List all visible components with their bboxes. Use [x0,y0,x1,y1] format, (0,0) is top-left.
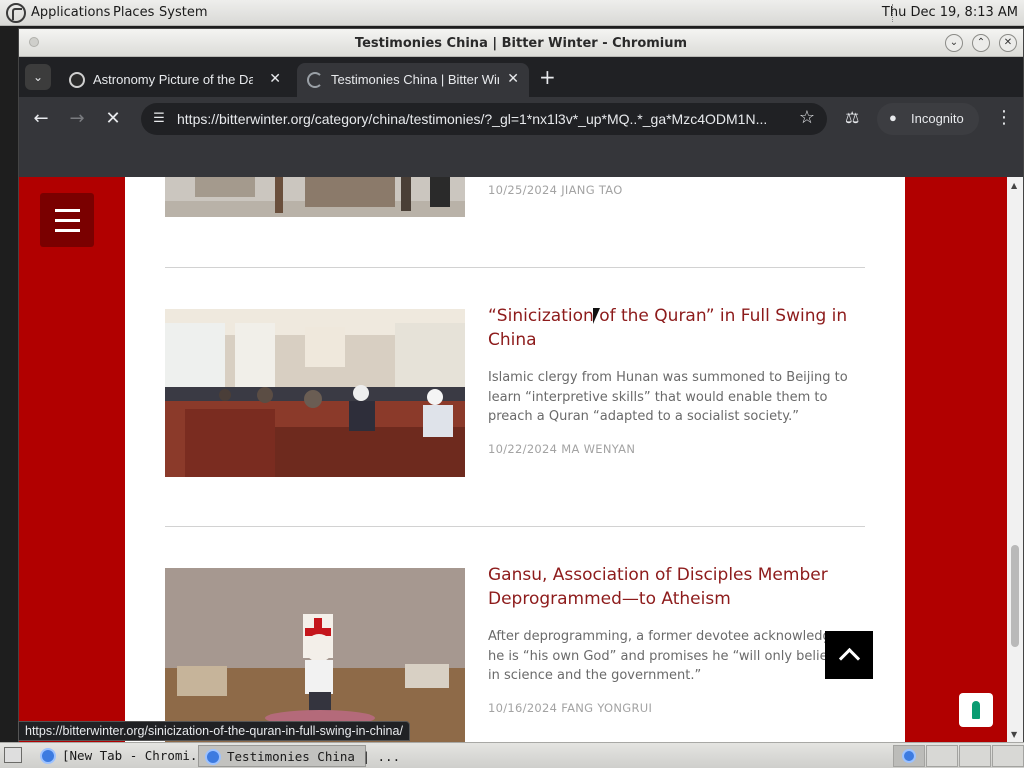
article-title-link[interactable]: Gansu, Association of Disciples Member D… [488,563,848,611]
new-tab-plus-icon[interactable]: + [539,67,556,87]
loading-spinner-icon [307,72,323,88]
article-meta: 10/22/2024 MA WENYAN [488,442,636,456]
window-title: Testimonies China | Bitter Winter - Chro… [354,36,688,51]
incognito-indicator[interactable]: ● Incognito [877,103,979,135]
bookmark-bar [19,141,1023,177]
scrollbar-thumb[interactable] [1011,545,1019,647]
labs-flask-icon[interactable]: ⚖ [845,108,859,127]
tab-testimonies[interactable]: Testimonies China | Bitter Winter ✕ [297,63,529,97]
bookmark-star-icon[interactable]: ☆ [799,107,815,128]
article-title-link[interactable]: “Sinicization of the Quran” in Full Swin… [488,304,848,352]
article-meta: 10/25/2024 JIANG TAO [488,183,623,197]
show-desktop-icon[interactable] [4,747,22,763]
chromium-icon [40,748,56,764]
taskbar-item-testimonies[interactable]: Testimonies China | ... [198,745,400,767]
places-menu[interactable]: Places [113,5,154,20]
page-viewport: 10/25/2024 JIANG TAO “Sinicization of th… [19,177,1007,743]
article-thumbnail[interactable] [165,309,465,477]
article-thumbnail[interactable] [165,568,465,743]
maximize-icon[interactable]: ⌃ [972,34,990,52]
applications-menu[interactable]: Applications [31,5,110,20]
article-excerpt: Islamic clergy from Hunan was summoned t… [488,370,848,424]
clock[interactable]: Thu Dec 19, 8:13 AM [882,5,1018,20]
back-arrow-icon[interactable]: ← [29,107,53,131]
apod-favicon-icon [69,72,85,88]
address-bar[interactable]: ☰ https://bitterwinter.org/category/chin… [141,103,827,135]
minimize-icon[interactable]: ⌄ [945,34,963,52]
taskbar: [New Tab - Chromi... Testimonies China |… [0,742,1024,768]
tab-label: Testimonies China | Bitter Winter [331,72,499,87]
system-menu[interactable]: System [159,5,207,20]
taskbar-item-new-tab[interactable]: [New Tab - Chromi... [34,745,213,767]
divider [165,267,865,268]
incognito-icon: ● [889,110,897,125]
article-excerpt: After deprogramming, a former devotee ac… [488,629,846,683]
workspace-3[interactable] [959,745,991,767]
tab-search-chevron-icon[interactable]: ⌄ [25,64,51,90]
more-menu-icon[interactable]: ⋮ [995,107,1013,128]
back-to-top-button[interactable] [825,631,873,679]
top-panel: Applications Places System Thu Dec 19, 8… [0,0,1024,26]
url-text[interactable]: https://bitterwinter.org/category/china/… [177,111,789,127]
gnome-foot-icon[interactable] [6,3,26,23]
tab-label: Astronomy Picture of the Day [93,72,253,87]
hamburger-menu-icon[interactable] [40,193,94,247]
workspace-4[interactable] [992,745,1024,767]
divider [165,526,865,527]
stop-loading-icon[interactable]: ✕ [101,107,125,131]
tab-astronomy[interactable]: Astronomy Picture of the Day ✕ [59,63,291,97]
workspace-2[interactable] [926,745,958,767]
scroll-up-icon[interactable]: ▲ [1011,181,1017,190]
tab-strip: ⌄ Astronomy Picture of the Day ✕ Testimo… [19,57,1023,97]
browser-window: Testimonies China | Bitter Winter - Chro… [18,28,1024,743]
chromium-icon [205,749,221,765]
article-thumbnail[interactable] [165,177,465,217]
close-window-icon[interactable]: ✕ [999,34,1017,52]
close-tab-icon[interactable]: ✕ [269,70,281,87]
site-info-icon[interactable]: ☰ [149,109,169,129]
window-titlebar[interactable]: Testimonies China | Bitter Winter - Chro… [19,29,1023,57]
scroll-down-icon[interactable]: ▼ [1011,730,1017,739]
article-list: 10/25/2024 JIANG TAO “Sinicization of th… [125,177,905,743]
close-tab-icon[interactable]: ✕ [507,70,519,87]
incognito-label: Incognito [911,111,964,126]
page-scrollbar[interactable]: ▲ ▼ [1007,177,1023,743]
forward-arrow-icon[interactable]: → [65,107,89,131]
link-status-bubble: https://bitterwinter.org/sinicization-of… [18,721,410,741]
mouse-cursor-icon [593,308,600,324]
browser-toolbar: ← → ✕ ☰ https://bitterwinter.org/categor… [19,97,1023,141]
workspace-1[interactable] [893,745,925,767]
taskbar-item-label: Testimonies China | ... [227,749,401,764]
accessibility-widget-icon[interactable] [959,693,993,727]
article-meta: 10/16/2024 FANG YONGRUI [488,701,653,715]
taskbar-item-label: [New Tab - Chromi... [62,748,213,763]
